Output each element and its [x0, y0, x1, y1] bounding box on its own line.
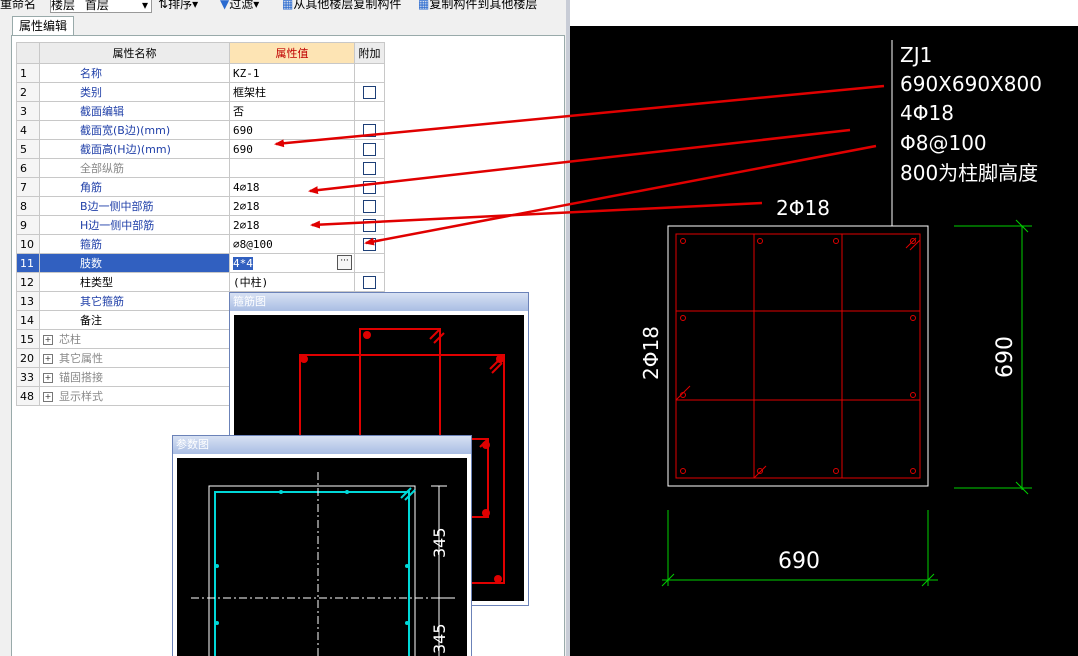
arrow-side-bar: [310, 201, 763, 229]
arrow-corner-bar: [308, 128, 851, 195]
annotation-arrows: [274, 84, 885, 246]
arrow-stirrup: [364, 144, 877, 246]
